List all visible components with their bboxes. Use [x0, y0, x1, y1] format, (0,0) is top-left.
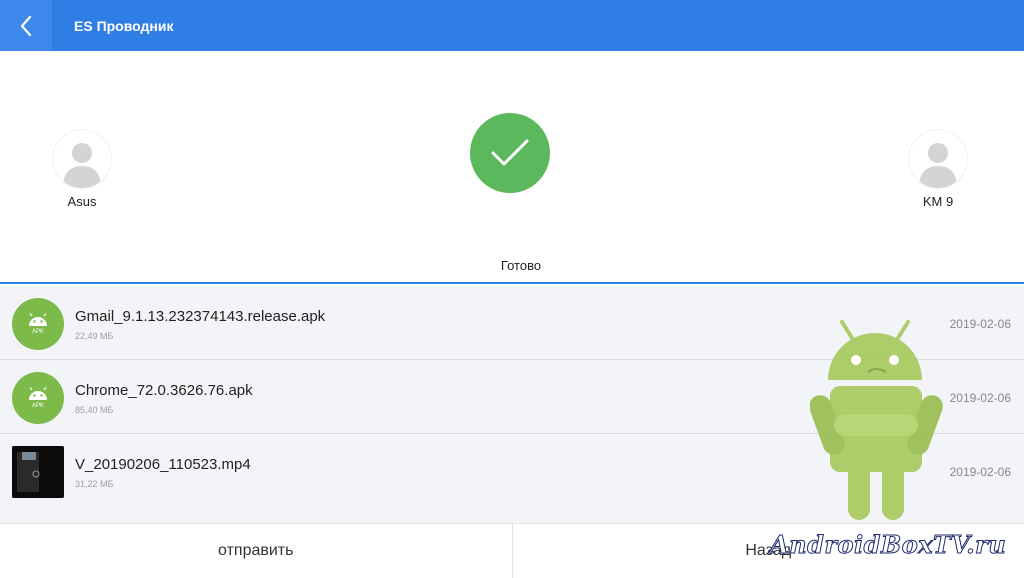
file-name: Chrome_72.0.3626.76.apk [75, 382, 253, 399]
apk-label: APK [31, 329, 44, 335]
sender-name: Asus [67, 194, 97, 209]
apk-file-icon: APK [12, 372, 64, 424]
progress-bar [0, 282, 1024, 284]
sender-device: Asus [42, 129, 122, 209]
apk-label: APK [31, 403, 44, 409]
back-button[interactable] [0, 0, 52, 51]
sender-avatar [52, 129, 112, 189]
chevron-left-icon [20, 15, 32, 36]
android-robot-icon [810, 320, 943, 520]
send-button[interactable]: отправить [0, 524, 512, 578]
status-indicator [470, 113, 550, 193]
watermark-text: AndroidBoxTV.ru [769, 530, 1007, 560]
receiver-device: KM 9 [898, 129, 978, 209]
file-size: 85,40 МБ [75, 405, 114, 415]
android-icon [29, 313, 47, 326]
es-file-transfer-screen: ES Проводник Asus KM 9 Готово APK Gmail_… [0, 0, 1024, 578]
apk-file-icon: APK [12, 298, 64, 350]
app-header: ES Проводник [0, 0, 1024, 51]
receiver-avatar [908, 129, 968, 189]
file-size: 31,22 МБ [75, 479, 114, 489]
file-date: 2019-02-06 [949, 391, 1011, 405]
file-name: V_20190206_110523.mp4 [75, 456, 251, 473]
android-icon [29, 387, 47, 400]
file-name: Gmail_9.1.13.232374143.release.apk [75, 308, 326, 325]
file-date: 2019-02-06 [949, 317, 1011, 331]
video-frame-icon [12, 446, 64, 498]
receiver-name: KM 9 [922, 194, 954, 209]
person-icon [919, 143, 957, 188]
file-size: 22,49 МБ [75, 331, 114, 341]
file-date: 2019-02-06 [949, 465, 1011, 479]
checkmark-icon [491, 139, 529, 166]
video-thumbnail [12, 446, 64, 498]
person-icon [63, 143, 101, 188]
app-title: ES Проводник [74, 17, 174, 34]
transfer-panel: Asus KM 9 Готово [0, 51, 1024, 284]
status-text: Готово [500, 258, 542, 273]
